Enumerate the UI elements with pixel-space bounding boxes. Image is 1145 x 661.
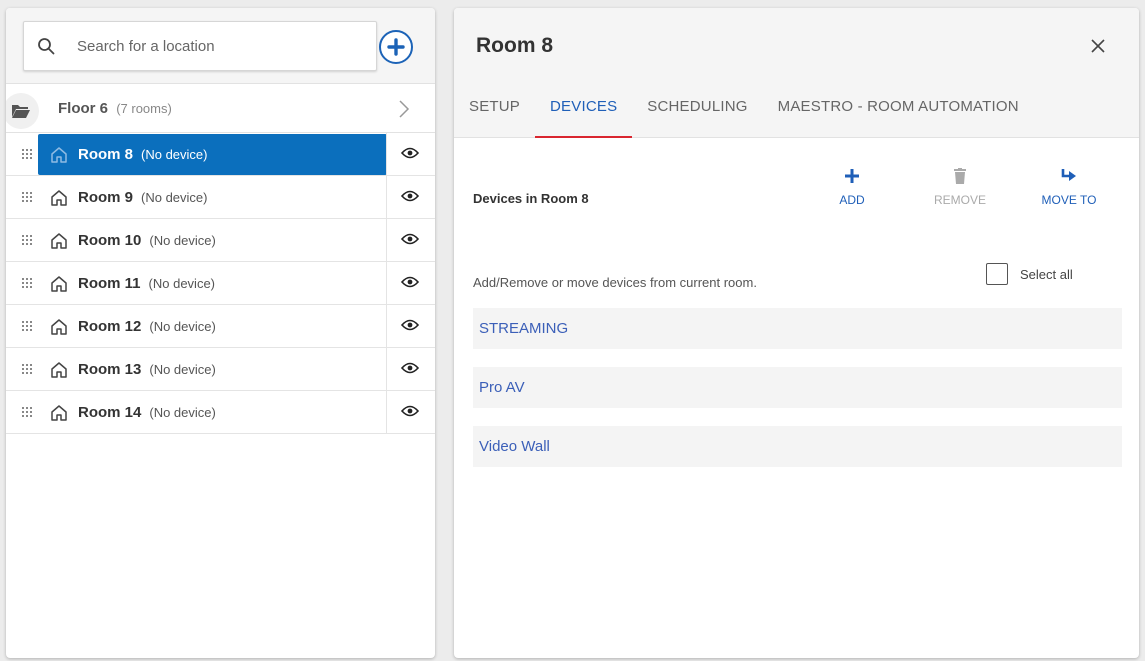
eye-icon[interactable]	[401, 318, 419, 332]
drag-handle-icon[interactable]	[22, 235, 32, 245]
room-device-note: (No device)	[149, 319, 216, 334]
room-item[interactable]: Room 13 (No device)	[38, 349, 387, 390]
home-icon	[51, 146, 67, 163]
drag-handle-icon[interactable]	[22, 364, 32, 374]
home-icon	[51, 232, 67, 249]
move-to-label: MOVE TO	[1041, 193, 1097, 207]
room-name: Room 12	[78, 318, 142, 335]
plus-icon	[845, 169, 859, 183]
device-name: STREAMING	[479, 320, 569, 337]
drag-handle-icon[interactable]	[22, 278, 32, 288]
select-all-checkbox[interactable]: Select all	[986, 263, 1073, 285]
divider	[386, 305, 387, 348]
remove-device-button[interactable]: REMOVE	[925, 168, 995, 207]
room-name: Room 10	[78, 232, 142, 249]
devices-section-title: Devices in Room 8	[473, 191, 589, 206]
room-detail-panel: Room 8 SETUP DEVICES SCHEDULING MAESTRO …	[454, 8, 1139, 658]
room-device-note: (No device)	[149, 233, 216, 248]
search-bar-row	[6, 8, 435, 84]
room-row: Room 9 (No device)	[6, 176, 435, 219]
close-icon[interactable]	[1090, 38, 1106, 54]
room-item[interactable]: Room 10 (No device)	[38, 220, 387, 261]
move-to-button[interactable]: MOVE TO	[1034, 168, 1104, 207]
location-panel: Floor 6 (7 rooms) Room 8 (No device)	[6, 8, 435, 658]
chevron-right-icon[interactable]	[398, 99, 410, 119]
room-row: Room 11 (No device)	[6, 262, 435, 305]
drag-handle-icon[interactable]	[22, 149, 32, 159]
floor-title: Floor 6 (7 rooms)	[58, 100, 172, 117]
divider	[386, 262, 387, 305]
room-item[interactable]: Room 11 (No device)	[38, 263, 387, 304]
room-list: Room 8 (No device) Room 9 (No device) Ro…	[6, 133, 435, 434]
detail-header: Room 8 SETUP DEVICES SCHEDULING MAESTRO …	[454, 8, 1139, 138]
room-name: Room 8	[78, 146, 134, 163]
room-name: Room 9	[78, 189, 134, 206]
home-icon	[51, 189, 67, 206]
floor-name: Floor 6	[58, 100, 109, 117]
room-device-note: (No device)	[148, 276, 215, 291]
device-item[interactable]: Pro AV	[473, 367, 1122, 408]
room-device-note: (No device)	[149, 362, 216, 377]
home-icon	[51, 404, 67, 421]
eye-icon[interactable]	[401, 146, 419, 160]
floor-header[interactable]: Floor 6 (7 rooms)	[6, 85, 435, 133]
device-name: Pro AV	[479, 379, 525, 396]
room-item[interactable]: Room 14 (No device)	[38, 392, 387, 433]
remove-label: REMOVE	[933, 193, 986, 207]
room-item-selected[interactable]: Room 8 (No device)	[38, 134, 387, 175]
room-item[interactable]: Room 12 (No device)	[38, 306, 387, 347]
search-input[interactable]	[77, 37, 376, 55]
eye-icon[interactable]	[401, 275, 419, 289]
tab-scheduling[interactable]: SCHEDULING	[632, 94, 762, 138]
plus-icon	[387, 38, 405, 56]
floor-room-count: (7 rooms)	[116, 101, 172, 116]
tab-maestro-room-automation[interactable]: MAESTRO - ROOM AUTOMATION	[763, 94, 1034, 138]
helper-text: Add/Remove or move devices from current …	[473, 275, 757, 290]
room-row: Room 10 (No device)	[6, 219, 435, 262]
move-arrow-icon	[1061, 169, 1076, 181]
page-title: Room 8	[476, 34, 554, 57]
checkbox[interactable]	[986, 263, 1008, 285]
divider	[386, 391, 387, 434]
room-device-note: (No device)	[141, 190, 208, 205]
search-box[interactable]	[23, 21, 377, 71]
tab-devices[interactable]: DEVICES	[535, 94, 633, 138]
tab-bar: SETUP DEVICES SCHEDULING MAESTRO - ROOM …	[454, 94, 1034, 138]
divider	[386, 348, 387, 391]
drag-handle-icon[interactable]	[22, 321, 32, 331]
room-device-note: (No device)	[141, 147, 208, 162]
home-icon	[51, 275, 67, 292]
add-device-button[interactable]: ADD	[817, 168, 887, 207]
room-device-note: (No device)	[149, 405, 216, 420]
room-row: Room 12 (No device)	[6, 305, 435, 348]
device-name: Video Wall	[479, 438, 550, 455]
folder-open-icon	[6, 93, 39, 129]
room-row: Room 13 (No device)	[6, 348, 435, 391]
add-label: ADD	[839, 193, 865, 207]
eye-icon[interactable]	[401, 232, 419, 246]
trash-icon	[954, 168, 966, 184]
device-item[interactable]: Video Wall	[473, 426, 1122, 467]
room-name: Room 11	[78, 275, 141, 292]
room-row: Room 8 (No device)	[6, 133, 435, 176]
divider	[386, 219, 387, 262]
drag-handle-icon[interactable]	[22, 192, 32, 202]
search-icon	[38, 38, 55, 55]
home-icon	[51, 318, 67, 335]
divider	[386, 133, 387, 176]
add-location-button[interactable]	[379, 30, 413, 64]
room-name: Room 13	[78, 361, 142, 378]
drag-handle-icon[interactable]	[22, 407, 32, 417]
eye-icon[interactable]	[401, 189, 419, 203]
device-item[interactable]: STREAMING	[473, 308, 1122, 349]
eye-icon[interactable]	[401, 404, 419, 418]
tab-setup[interactable]: SETUP	[454, 94, 535, 138]
select-all-label: Select all	[1020, 266, 1073, 282]
divider	[386, 176, 387, 219]
room-row: Room 14 (No device)	[6, 391, 435, 434]
eye-icon[interactable]	[401, 361, 419, 375]
home-icon	[51, 361, 67, 378]
room-item[interactable]: Room 9 (No device)	[38, 177, 387, 218]
room-name: Room 14	[78, 404, 142, 421]
